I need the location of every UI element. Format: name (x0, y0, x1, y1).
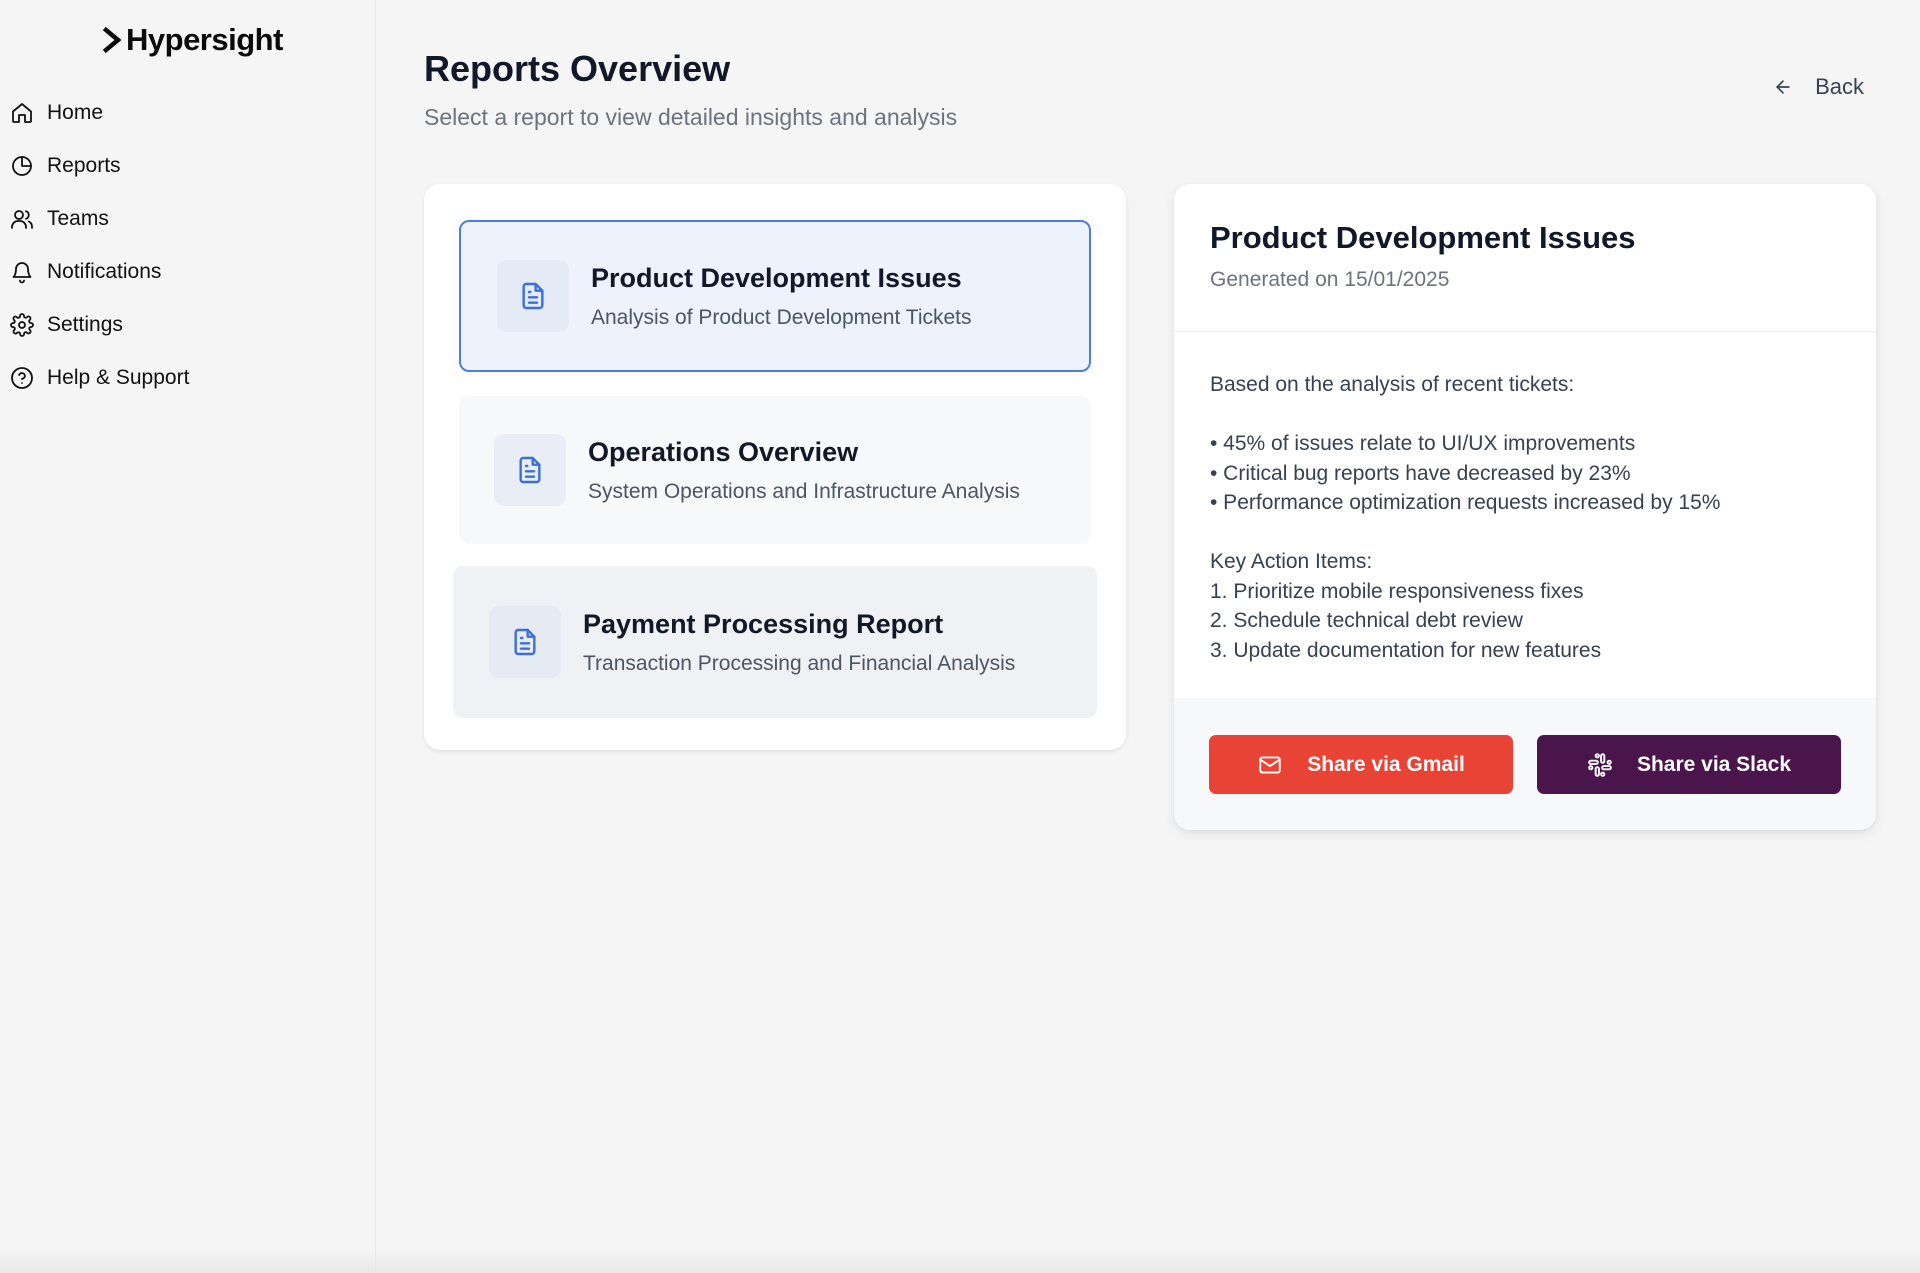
users-icon (11, 209, 33, 229)
detail-actions-heading: Key Action Items: (1210, 550, 1373, 573)
sidebar-item-label: Reports (47, 153, 121, 177)
mail-icon (1259, 755, 1281, 774)
detail-action-item: 2. Schedule technical debt review (1210, 609, 1523, 632)
home-icon (12, 102, 32, 123)
report-icon-box (489, 606, 561, 678)
share-gmail-label: Share via Gmail (1307, 752, 1465, 776)
logo-text: Hypersight (126, 22, 283, 57)
reports-list: Product Development Issues Analysis of P… (424, 184, 1126, 750)
sidebar-item-settings[interactable]: Settings (10, 298, 189, 351)
detail-bullet: • Critical bug reports have decreased by… (1210, 461, 1631, 485)
slack-icon (1588, 752, 1612, 777)
detail-title: Product Development Issues (1210, 220, 1636, 255)
detail-bullet: • Performance optimization requests incr… (1210, 491, 1721, 514)
back-button[interactable]: Back (1773, 74, 1864, 100)
detail-header: Product Development Issues Generated on … (1174, 184, 1876, 332)
detail-action-item: 1. Prioritize mobile responsiveness fixe… (1210, 579, 1584, 603)
bell-icon (12, 261, 32, 283)
detail-footer: Share via Gmail Share via Slack (1174, 698, 1876, 830)
sidebar-item-label: Home (47, 100, 104, 124)
document-icon (514, 628, 536, 656)
detail-intro: Based on the analysis of recent tickets: (1210, 373, 1575, 396)
report-icon-box (497, 260, 569, 332)
report-texts: Payment Processing Report Transaction Pr… (583, 609, 1015, 676)
report-description: Analysis of Product Development Tickets (591, 305, 972, 329)
detail-generated-date: Generated on 15/01/2025 (1210, 268, 1450, 291)
app: Hypersight Home Reports Teams Notificati… (0, 0, 1920, 1273)
report-title: Product Development Issues (591, 262, 962, 293)
sidebar-item-label: Notifications (47, 259, 162, 283)
sidebar-item-notifications[interactable]: Notifications (10, 245, 189, 298)
share-slack-button[interactable]: Share via Slack (1537, 735, 1841, 794)
main-content: Reports Overview Select a report to view… (376, 0, 1920, 1273)
document-icon (519, 456, 541, 484)
report-texts: Operations Overview System Operations an… (588, 437, 1020, 504)
detail-body: Based on the analysis of recent tickets:… (1174, 332, 1876, 684)
report-title: Payment Processing Report (583, 608, 944, 639)
sidebar-item-reports[interactable]: Reports (10, 139, 189, 192)
report-texts: Product Development Issues Analysis of P… (591, 263, 972, 330)
chevron-right-icon (102, 26, 122, 54)
report-item-operations[interactable]: Operations Overview System Operations an… (459, 396, 1091, 544)
report-item-product-development[interactable]: Product Development Issues Analysis of P… (459, 220, 1091, 372)
sidebar-item-label: Teams (47, 206, 109, 230)
gear-icon (10, 312, 34, 337)
detail-bullet: • 45% of issues relate to UI/UX improvem… (1210, 432, 1636, 455)
report-item-payment-processing[interactable]: Payment Processing Report Transaction Pr… (453, 566, 1097, 718)
help-circle-icon (11, 366, 33, 389)
sidebar-nav: Home Reports Teams Notifications Setting… (10, 86, 189, 404)
logo[interactable]: Hypersight (102, 22, 283, 58)
report-icon-box (494, 434, 566, 506)
back-label: Back (1815, 74, 1864, 99)
page-title: Reports Overview (424, 48, 731, 89)
sidebar: Hypersight Home Reports Teams Notificati… (0, 0, 376, 1273)
report-detail: Product Development Issues Generated on … (1174, 184, 1876, 830)
share-gmail-button[interactable]: Share via Gmail (1209, 735, 1513, 794)
document-icon (522, 282, 544, 310)
sidebar-item-teams[interactable]: Teams (10, 192, 189, 245)
sidebar-item-home[interactable]: Home (10, 86, 189, 139)
report-title: Operations Overview (588, 436, 859, 467)
report-description: System Operations and Infrastructure Ana… (588, 479, 1020, 503)
sidebar-item-label: Settings (47, 312, 123, 336)
report-description: Transaction Processing and Financial Ana… (583, 651, 1016, 675)
arrow-left-icon (1776, 80, 1790, 94)
pie-chart-icon (12, 155, 32, 176)
detail-action-item: 3. Update documentation for new features (1210, 638, 1602, 662)
sidebar-item-help[interactable]: Help & Support (10, 351, 189, 404)
sidebar-item-label: Help & Support (47, 365, 190, 389)
page-subtitle: Select a report to view detailed insight… (424, 104, 958, 130)
share-slack-label: Share via Slack (1636, 752, 1792, 776)
